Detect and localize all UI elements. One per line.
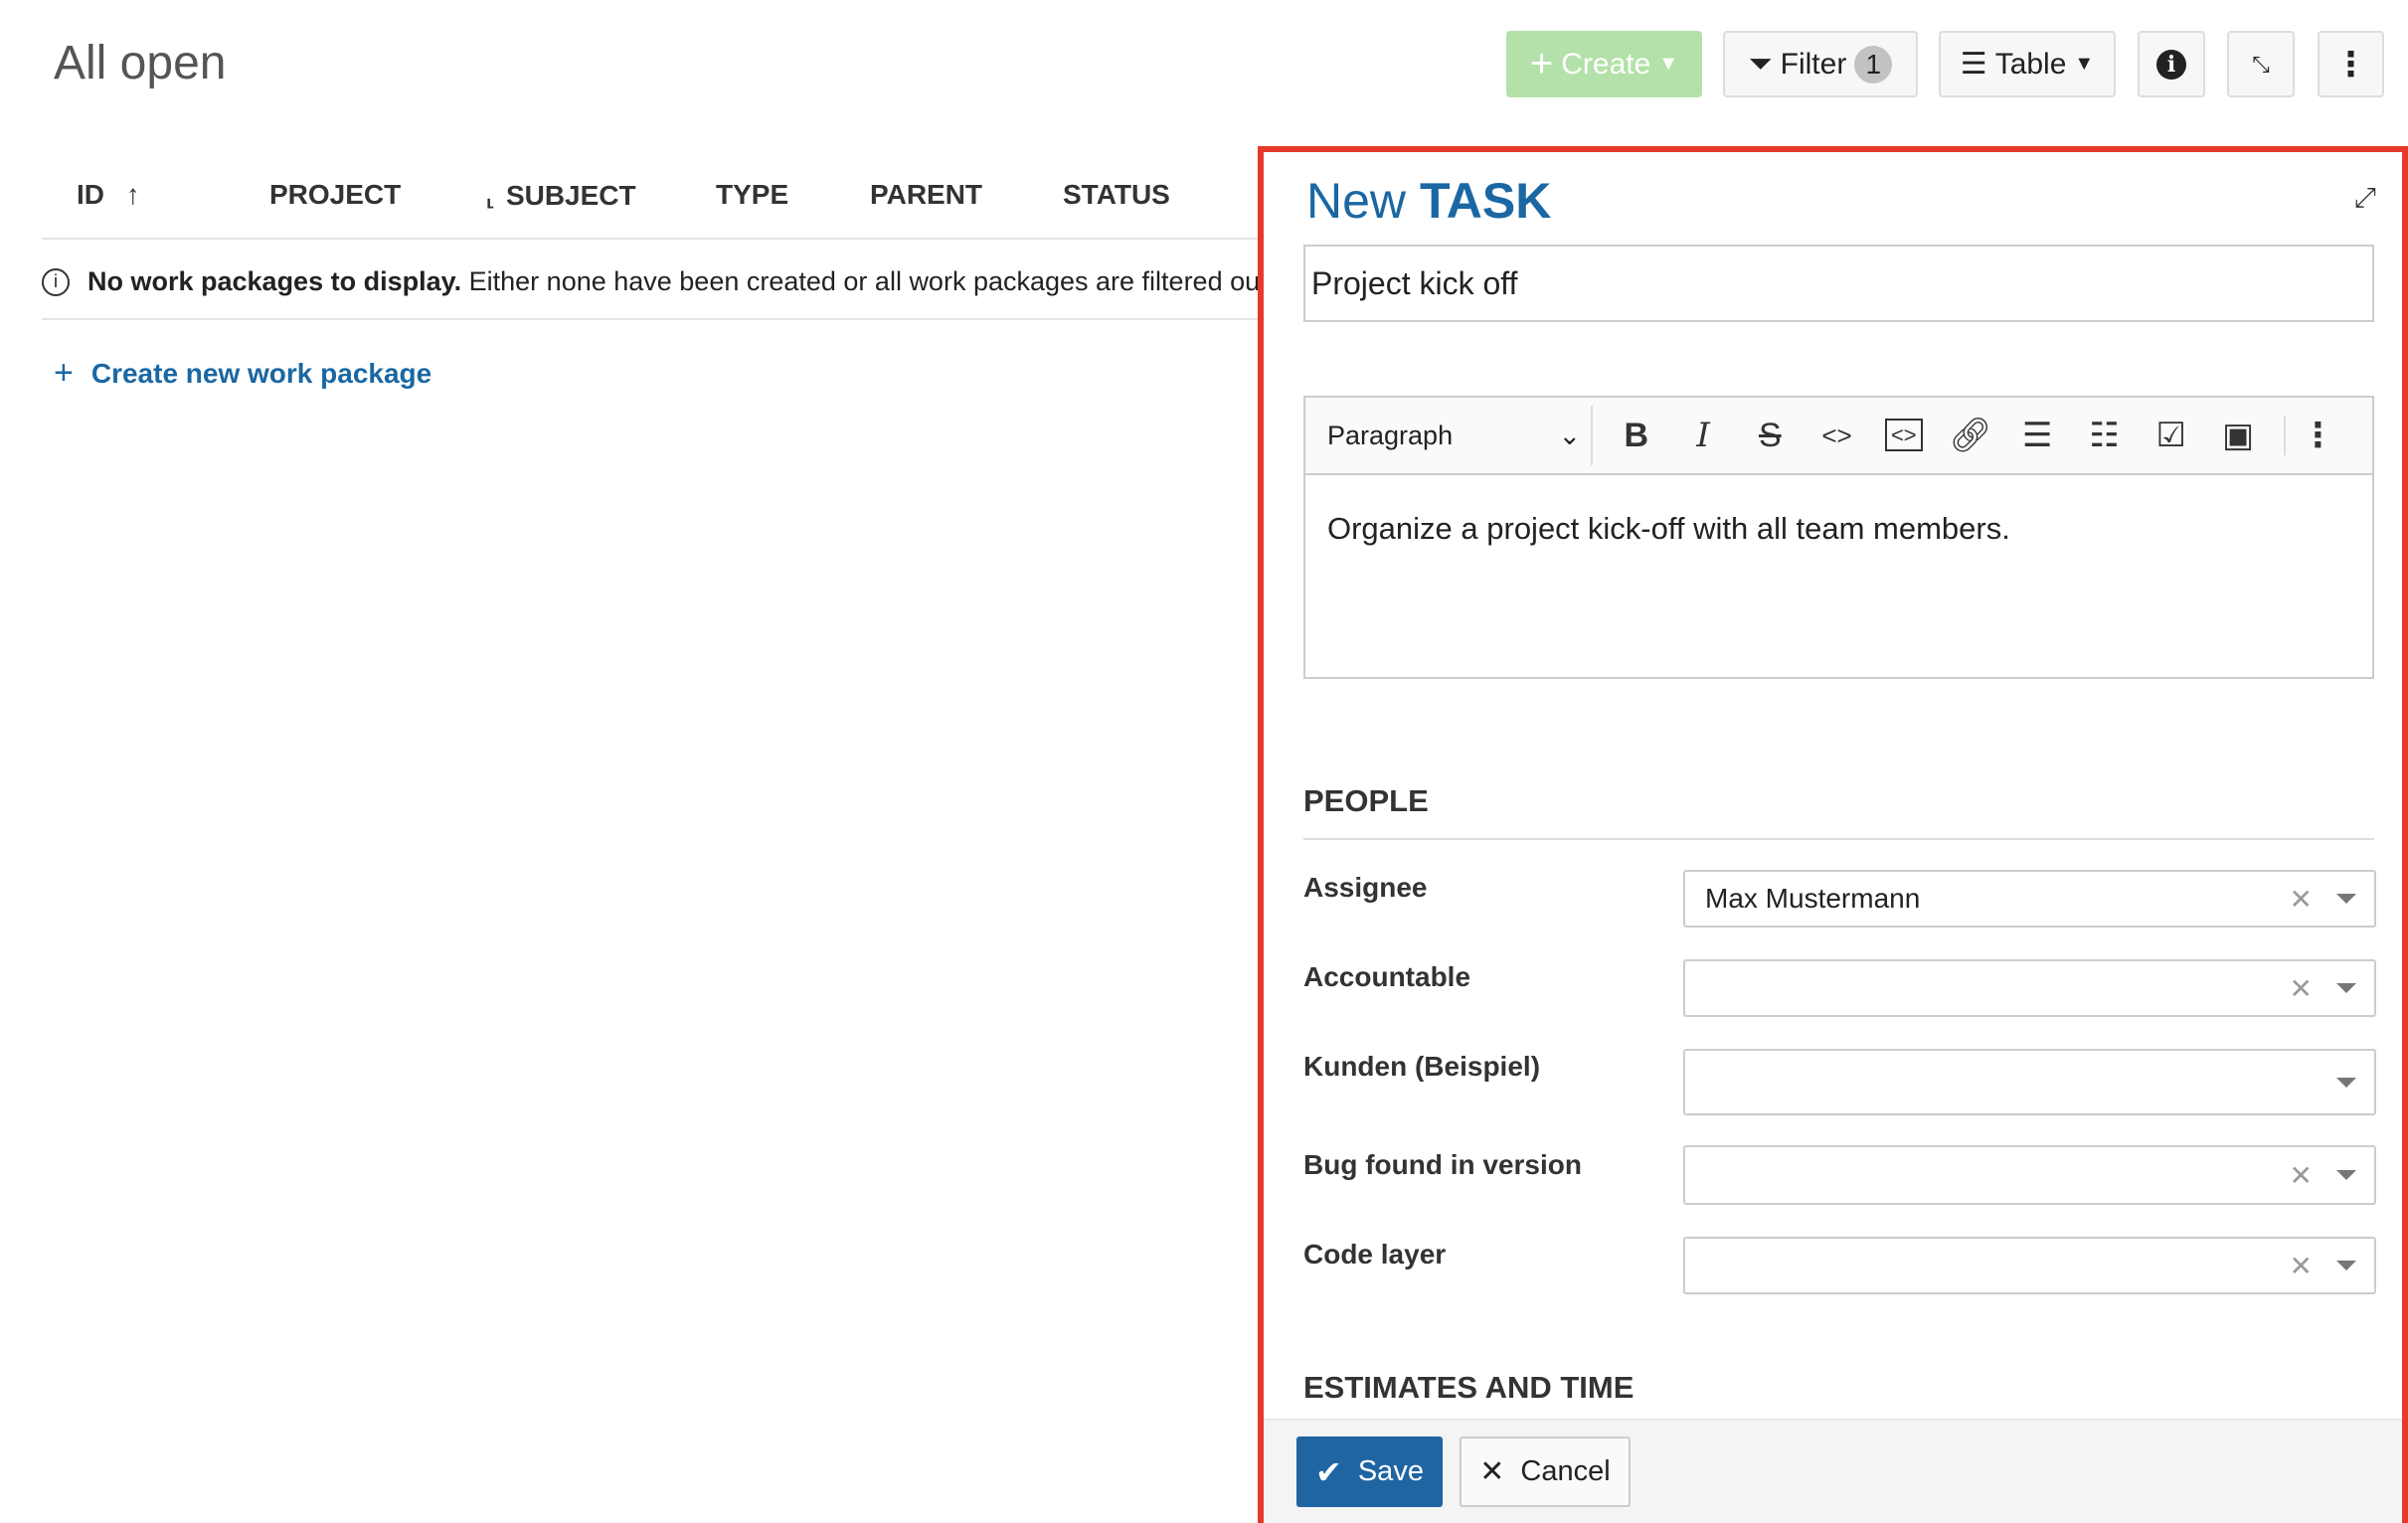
kebab-icon: ⋮ [2333,45,2368,84]
code-layer-select[interactable]: ✕ [1683,1237,2376,1294]
table-label: Table [1994,47,2067,81]
chevron-down-icon: ⌄ [1558,420,1582,450]
caret-down-icon [2336,1261,2356,1270]
column-subject[interactable]: ⸤ SUBJECT [485,179,636,212]
empty-message: i No work packages to display. Either non… [42,266,1260,297]
panel-title: New TASK [1306,173,1552,229]
bug-found-in-version-label: Bug found in version [1303,1149,1582,1180]
strikethrough-icon[interactable]: S [1737,417,1804,455]
bulleted-list-icon[interactable]: ☰ [2004,416,2071,455]
editor-toolbar: Paragraph ⌄ B I S <> <> 🔗︎ ☰ ☷ ☑ ▣ ⋮ [1303,396,2374,475]
info-icon: i [2156,49,2186,80]
page-title: All open [54,37,227,89]
list-icon: ☰ [1960,48,1987,81]
filter-button[interactable]: ⏷ Filter 1 [1723,31,1918,97]
expand-icon[interactable]: ⤢ [2354,182,2376,215]
accountable-label: Accountable [1303,961,1471,992]
section-people: PEOPLE [1303,783,1429,818]
section-estimates: ESTIMATES AND TIME [1303,1370,1634,1405]
info-circle-icon: i [42,267,70,296]
table-view-button[interactable]: ☰ Table ▼ [1939,31,2116,97]
clear-icon[interactable]: ✕ [2290,972,2313,1005]
expand-icon: ⤡ [2252,51,2270,77]
create-work-package-link[interactable]: + Create new work package [54,354,431,393]
info-button[interactable]: i [2138,31,2205,97]
sort-asc-icon: ↑ [125,179,140,210]
column-parent[interactable]: PARENT [870,179,982,211]
italic-icon[interactable]: I [1669,416,1736,455]
column-id[interactable]: ID ↑ [77,179,140,211]
bold-icon[interactable]: B [1603,417,1669,455]
hierarchy-icon: ⸤ [485,180,496,211]
filter-icon: ⏷ [1748,47,1773,81]
new-task-panel: New TASK ⤢ Project kick off Paragraph ⌄ B… [1258,146,2408,1523]
kunden-label: Kunden (Beispiel) [1303,1051,1541,1082]
clear-icon[interactable]: ✕ [2290,883,2313,916]
caret-down-icon [2336,1170,2356,1180]
more-icon[interactable]: ⋮ [2283,416,2350,455]
check-icon: ✔ [1315,1453,1342,1490]
caret-down-icon: ▼ [1658,53,1679,75]
cancel-button[interactable]: ✕ Cancel [1460,1437,1631,1507]
divider [42,318,1265,320]
filter-count-badge: 1 [1854,45,1893,84]
close-icon: ✕ [1479,1455,1505,1488]
divider [42,238,1265,240]
caret-down-icon: ▼ [2074,53,2095,75]
accountable-select[interactable]: ✕ [1683,959,2376,1017]
link-icon[interactable]: 🔗︎ [1937,416,2003,455]
code-layer-label: Code layer [1303,1239,1447,1269]
caret-down-icon [2336,894,2356,904]
paragraph-select[interactable]: Paragraph ⌄ [1327,406,1594,465]
column-project[interactable]: PROJECT [269,179,401,211]
subject-input[interactable]: Project kick off [1303,245,2374,322]
column-status[interactable]: STATUS [1063,179,1170,211]
clear-icon[interactable]: ✕ [2290,1159,2313,1192]
save-button[interactable]: ✔ Save [1296,1437,1443,1507]
code-block-icon[interactable]: <> [1870,419,1937,451]
image-icon[interactable]: ▣ [2204,416,2271,455]
caret-down-icon [2336,1077,2356,1088]
more-button[interactable]: ⋮ [2318,31,2384,97]
caret-down-icon [2336,983,2356,993]
assignee-label: Assignee [1303,872,1428,903]
bug-found-in-version-select[interactable]: ✕ [1683,1145,2376,1205]
divider [1303,838,2374,840]
create-label: Create [1561,47,1651,81]
clear-icon[interactable]: ✕ [2290,1250,2313,1282]
plus-icon: + [1529,42,1554,85]
create-button[interactable]: + Create ▼ [1506,31,1702,97]
fullscreen-button[interactable]: ⤡ [2227,31,2295,97]
column-type[interactable]: TYPE [716,179,788,211]
code-icon[interactable]: <> [1804,421,1870,451]
plus-icon: + [54,354,74,392]
kunden-select[interactable] [1683,1049,2376,1115]
assignee-select[interactable]: Max Mustermann ✕ [1683,870,2376,928]
filter-label: Filter [1780,47,1847,81]
todo-list-icon[interactable]: ☑ [2138,416,2204,455]
description-editor[interactable]: Organize a project kick-off with all tea… [1303,473,2374,679]
numbered-list-icon[interactable]: ☷ [2071,416,2138,455]
